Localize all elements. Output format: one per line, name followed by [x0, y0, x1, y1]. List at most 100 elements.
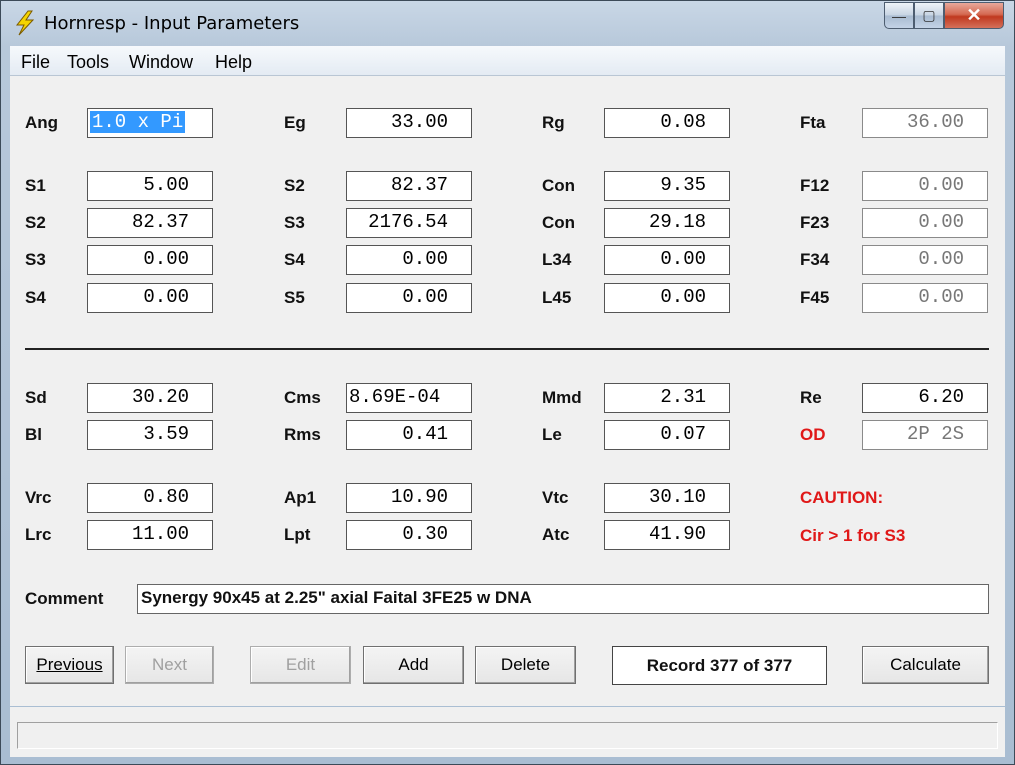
param-label-f23: F23	[800, 213, 830, 232]
maximize-button[interactable]: ▢	[914, 2, 944, 29]
param-input-eg[interactable]: 33.00	[346, 108, 472, 138]
param-input-vrc[interactable]: 0.80	[87, 483, 213, 513]
param-input-l45[interactable]: 0.00	[604, 283, 730, 313]
param-input-f12[interactable]: 0.00	[862, 171, 988, 201]
param-input-s3[interactable]: 2176.54	[346, 208, 472, 238]
param-input-vtc[interactable]: 30.10	[604, 483, 730, 513]
selected-text: 1.0 x Pi	[90, 111, 186, 133]
next-button[interactable]: Next	[125, 646, 214, 684]
param-label-s2: S2	[284, 176, 305, 195]
param-input-sd[interactable]: 30.20	[87, 383, 213, 413]
param-label-vrc: Vrc	[25, 488, 52, 507]
comment-input[interactable]: Synergy 90x45 at 2.25" axial Faital 3FE2…	[137, 584, 989, 614]
param-label-con: Con	[542, 213, 576, 232]
menu-file[interactable]: File	[21, 52, 50, 73]
param-label-f34: F34	[800, 250, 830, 269]
previous-button-label: Previous	[36, 655, 103, 674]
param-input-con[interactable]: 9.35	[604, 171, 730, 201]
param-label-lpt: Lpt	[284, 525, 311, 544]
param-label-od: OD	[800, 425, 826, 444]
param-label-rg: Rg	[542, 113, 565, 132]
caution-title: CAUTION:	[800, 488, 884, 507]
param-input-rg[interactable]: 0.08	[604, 108, 730, 138]
param-input-le[interactable]: 0.07	[604, 420, 730, 450]
param-input-s5[interactable]: 0.00	[346, 283, 472, 313]
param-input-s2[interactable]: 82.37	[346, 171, 472, 201]
previous-button[interactable]: Previous	[25, 646, 114, 684]
param-label-ap1: Ap1	[284, 488, 317, 507]
param-label-f12: F12	[800, 176, 830, 195]
menu-bar: File Tools Window Help	[10, 46, 1005, 76]
param-label-vtc: Vtc	[542, 488, 569, 507]
param-input-f45[interactable]: 0.00	[862, 283, 988, 313]
param-input-f34[interactable]: 0.00	[862, 245, 988, 275]
param-input-s4[interactable]: 0.00	[346, 245, 472, 275]
param-input-rms[interactable]: 0.41	[346, 420, 472, 450]
param-label-eg: Eg	[284, 113, 306, 132]
param-input-s3[interactable]: 0.00	[87, 245, 213, 275]
param-input-f23[interactable]: 0.00	[862, 208, 988, 238]
param-label-ang: Ang	[25, 113, 59, 132]
param-input-con[interactable]: 29.18	[604, 208, 730, 238]
lightning-bolt-icon	[13, 10, 37, 36]
param-label-rms: Rms	[284, 425, 321, 444]
param-label-con: Con	[542, 176, 576, 195]
param-input-atc[interactable]: 41.90	[604, 520, 730, 550]
param-label-l34: L34	[542, 250, 572, 269]
param-label-sd: Sd	[25, 388, 47, 407]
add-button-label: Add	[398, 655, 429, 674]
section-divider	[25, 348, 989, 350]
calculate-button-label: Calculate	[890, 655, 961, 674]
window-title: Hornresp - Input Parameters	[44, 13, 300, 34]
close-icon: ✕	[966, 5, 982, 25]
calculate-button[interactable]: Calculate	[862, 646, 989, 684]
param-label-s5: S5	[284, 288, 305, 307]
param-label-re: Re	[800, 388, 822, 407]
param-label-bl: Bl	[25, 425, 42, 444]
param-input-ap1[interactable]: 10.90	[346, 483, 472, 513]
param-input-cms[interactable]: 8.69E-04	[346, 383, 472, 413]
param-input-mmd[interactable]: 2.31	[604, 383, 730, 413]
minimize-icon: —	[892, 7, 906, 24]
param-input-l34[interactable]: 0.00	[604, 245, 730, 275]
param-label-s3: S3	[284, 213, 305, 232]
param-label-lrc: Lrc	[25, 525, 52, 544]
minimize-button[interactable]: —	[884, 2, 914, 29]
param-input-od[interactable]: 2P 2S	[862, 420, 988, 450]
comment-label: Comment	[25, 589, 104, 608]
param-label-s3: S3	[25, 250, 46, 269]
param-input-bl[interactable]: 3.59	[87, 420, 213, 450]
edit-button-label: Edit	[285, 655, 316, 674]
menu-help[interactable]: Help	[215, 52, 252, 73]
param-label-s4: S4	[25, 288, 46, 307]
param-label-s2: S2	[25, 213, 46, 232]
param-label-f45: F45	[800, 288, 830, 307]
param-label-fta: Fta	[800, 113, 826, 132]
status-field	[17, 722, 998, 749]
param-label-s4: S4	[284, 250, 305, 269]
record-indicator: Record 377 of 377	[612, 646, 827, 685]
delete-button-label: Delete	[500, 655, 551, 674]
caution-message: Cir > 1 for S3	[800, 526, 906, 545]
maximize-icon: ▢	[922, 7, 936, 23]
param-label-mmd: Mmd	[542, 388, 582, 407]
param-input-s4[interactable]: 0.00	[87, 283, 213, 313]
param-input-ang[interactable]: 1.0 x Pi	[87, 108, 213, 138]
param-input-lrc[interactable]: 11.00	[87, 520, 213, 550]
delete-button[interactable]: Delete	[475, 646, 576, 684]
add-button[interactable]: Add	[363, 646, 464, 684]
next-button-label: Next	[152, 655, 187, 674]
menu-window[interactable]: Window	[129, 52, 193, 73]
param-input-s1[interactable]: 5.00	[87, 171, 213, 201]
param-input-s2[interactable]: 82.37	[87, 208, 213, 238]
param-input-re[interactable]: 6.20	[862, 383, 988, 413]
param-label-le: Le	[542, 425, 562, 444]
param-label-s1: S1	[25, 176, 46, 195]
close-button[interactable]: ✕	[944, 2, 1004, 29]
edit-button[interactable]: Edit	[250, 646, 351, 684]
param-input-fta[interactable]: 36.00	[862, 108, 988, 138]
title-bar[interactable]: Hornresp - Input Parameters — ▢ ✕	[1, 1, 1014, 45]
param-input-lpt[interactable]: 0.30	[346, 520, 472, 550]
param-label-l45: L45	[542, 288, 572, 307]
menu-tools[interactable]: Tools	[67, 52, 109, 73]
